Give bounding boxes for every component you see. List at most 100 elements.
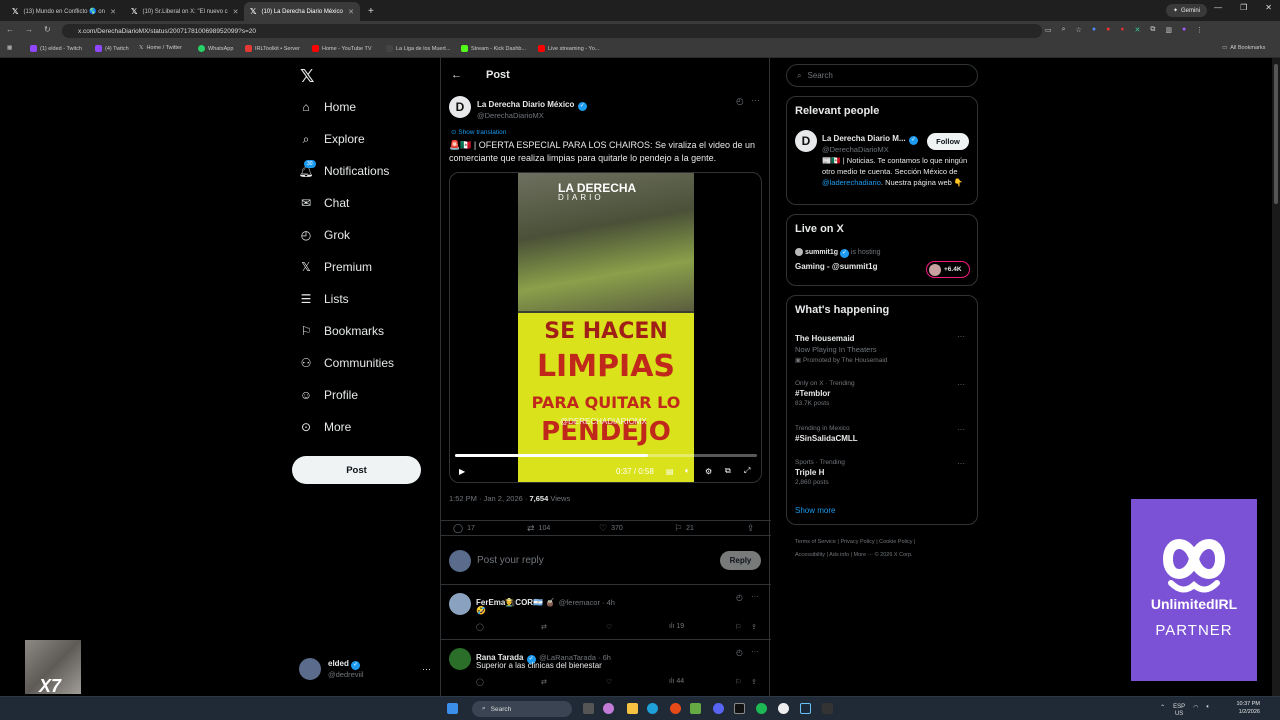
share-icon[interactable]: ⇪ [751, 623, 757, 631]
grok-icon[interactable]: ◴ [736, 593, 743, 602]
forward-icon[interactable]: → [25, 25, 33, 34]
bookmark-item[interactable]: Live streaming - Yo... [538, 45, 599, 52]
page-scrollbar[interactable] [1272, 58, 1280, 696]
show-more-link[interactable]: Show more [795, 506, 835, 515]
extension-icon[interactable]: ● [1106, 26, 1110, 34]
reply-action[interactable]: ◯ 17 [453, 523, 475, 534]
heart-icon[interactable]: ♡ [606, 678, 612, 686]
bookmark-item[interactable]: (4) Twitch [95, 45, 129, 52]
chrome-icon[interactable] [670, 703, 681, 714]
extension-icon[interactable]: ● [1120, 26, 1124, 34]
post-button[interactable]: Post [292, 456, 421, 484]
scrollbar-thumb[interactable] [1274, 64, 1278, 204]
obs-icon[interactable] [778, 703, 789, 714]
reply-item[interactable]: FerEma👨‍🌾COR🇦🇷 🧉 @feremacor · 4h 🤣 ◴ ···… [441, 586, 771, 640]
more-dots-icon[interactable]: ··· [751, 647, 759, 656]
more-dots-icon[interactable]: ··· [751, 95, 760, 105]
trend-item[interactable]: Sports · Trending Triple H 2,860 posts ·… [795, 459, 971, 486]
gemini-button[interactable]: ✦ Gemini [1165, 4, 1207, 17]
video-progress-bar[interactable] [455, 454, 757, 457]
close-icon[interactable]: ✕ [348, 8, 354, 16]
screen-cast-icon[interactable]: ▭ [1045, 26, 1052, 34]
bookmark-item[interactable]: 𝕏 Home / Twitter [139, 45, 182, 51]
apps-icon[interactable]: ▦ [7, 45, 12, 51]
account-switcher[interactable]: elded ✓ @dedreviil ··· [299, 658, 431, 680]
steam-icon[interactable] [800, 703, 811, 714]
nav-lists[interactable]: ☰ Lists [299, 292, 349, 306]
bookmark-item[interactable]: IRLToolkit • Server [245, 45, 300, 52]
wifi-icon[interactable]: ◠ [1193, 704, 1198, 718]
captions-icon[interactable]: ▤ [666, 467, 674, 476]
reply-input[interactable]: Post your reply [477, 555, 544, 566]
sidepanel-icon[interactable]: ▥ [1165, 26, 1172, 34]
close-icon[interactable]: ✕ [110, 8, 116, 16]
puzzle-icon[interactable]: ⧉ [1150, 26, 1155, 34]
bookmark-icon[interactable]: ⚐ [735, 623, 741, 631]
file-explorer-icon[interactable] [627, 703, 638, 714]
bookmark-action[interactable]: ⚐ 21 [674, 523, 694, 534]
live-host[interactable]: summit1g ✓ is hosting [795, 248, 881, 258]
trend-item[interactable]: Trending in Mexico #SinSalidaCMLL ··· [795, 425, 971, 443]
nav-more[interactable]: ⊙ More [299, 420, 351, 434]
trend-item[interactable]: Only on X · Trending #Temblor 83.7K post… [795, 380, 971, 407]
profile-icon[interactable]: ● [1182, 26, 1186, 34]
discord-icon[interactable] [713, 703, 724, 714]
nav-profile[interactable]: ☺ Profile [299, 388, 358, 402]
bookmark-item[interactable]: Stream - Kick Dashb... [461, 45, 526, 52]
chevron-up-icon[interactable]: ⌃ [1160, 704, 1165, 718]
spotify-icon[interactable] [756, 703, 767, 714]
repost-icon[interactable]: ⇄ [541, 623, 547, 631]
share-action[interactable]: ⇪ [747, 523, 755, 534]
back-icon[interactable]: ← [6, 25, 14, 34]
menu-icon[interactable]: ⋮ [1196, 26, 1203, 34]
bookmark-icon[interactable]: ⚐ [735, 678, 741, 686]
nav-communities[interactable]: ⚇ Communities [299, 356, 394, 370]
nav-explore[interactable]: ⌕ Explore [299, 132, 365, 147]
browser-tab[interactable]: 𝕏 (13) Mundo en Conflicto 🌎 on ✕ [6, 2, 122, 21]
back-arrow-icon[interactable]: ← [451, 69, 462, 81]
settings-icon[interactable]: ⚙ [705, 467, 712, 476]
person-info[interactable]: La Derecha Diario M... ✓ @DerechaDiarioM… [822, 130, 918, 154]
zoom-icon[interactable]: ⌕ [1062, 26, 1066, 34]
views-stat[interactable]: ılı 19 [669, 623, 684, 630]
volume-icon[interactable]: 🔈︎ [1206, 704, 1210, 718]
post-author[interactable]: D La Derecha Diario México ✓ @DerechaDia… [449, 96, 587, 120]
close-window-icon[interactable]: ✕ [1265, 3, 1272, 12]
like-action[interactable]: ♡ 370 [599, 523, 623, 534]
x-logo-icon[interactable]: 𝕏 [300, 66, 315, 87]
volume-icon[interactable]: 🔈︎ [685, 466, 690, 476]
maximize-icon[interactable]: ❐ [1240, 3, 1247, 12]
comment-icon[interactable]: ◯ [476, 678, 484, 686]
repost-action[interactable]: ⇄ 104 [527, 523, 550, 534]
bookmark-item[interactable]: La Liga de los Muert... [386, 45, 450, 52]
show-translation-link[interactable]: ⊙ Show translation [451, 128, 506, 136]
nav-chat[interactable]: ✉ Chat [299, 196, 349, 210]
video-player[interactable]: LA DERECHA DIARIO SE HACEN LIMPIAS PARA Q… [449, 172, 762, 483]
more-dots-icon[interactable]: ··· [422, 664, 431, 674]
views-stat[interactable]: ılı 44 [669, 678, 684, 685]
all-bookmarks[interactable]: ▭ All Bookmarks [1222, 45, 1265, 51]
extension-icon[interactable]: ✕ [1135, 26, 1141, 34]
extension-icon[interactable]: ● [1092, 26, 1096, 34]
bookmark-item[interactable]: Home - YouTube TV [312, 45, 372, 52]
repost-icon[interactable]: ⇄ [541, 678, 547, 686]
bookmark-item[interactable]: WhatsApp [198, 45, 233, 52]
close-icon[interactable]: ✕ [233, 8, 239, 16]
nav-premium[interactable]: 𝕏 Premium [299, 260, 372, 274]
heart-icon[interactable]: ♡ [606, 623, 612, 631]
grok-icon[interactable]: ◴ [736, 648, 743, 657]
new-tab-button[interactable]: + [362, 2, 378, 21]
grok-icon[interactable]: ◴ [736, 96, 744, 107]
taskbar-clock[interactable]: 10:37 PM 1/2/2026 [1236, 700, 1260, 716]
star-icon[interactable]: ☆ [1076, 26, 1082, 34]
bookmark-item[interactable]: (1) elded - Twitch [30, 45, 82, 52]
reload-icon[interactable]: ↻ [44, 25, 51, 34]
comment-icon[interactable]: ◯ [476, 623, 484, 631]
reply-item[interactable]: Rana Tarada ✓ @LaRanaTarada · 6h Superio… [441, 641, 771, 696]
edge-icon[interactable] [647, 703, 658, 714]
notion-icon[interactable] [734, 703, 745, 714]
nav-home[interactable]: ⌂ Home [299, 100, 356, 114]
follow-button[interactable]: Follow [927, 133, 969, 150]
app-icon[interactable] [690, 703, 701, 714]
nav-bookmarks[interactable]: ⚐ Bookmarks [299, 324, 384, 338]
